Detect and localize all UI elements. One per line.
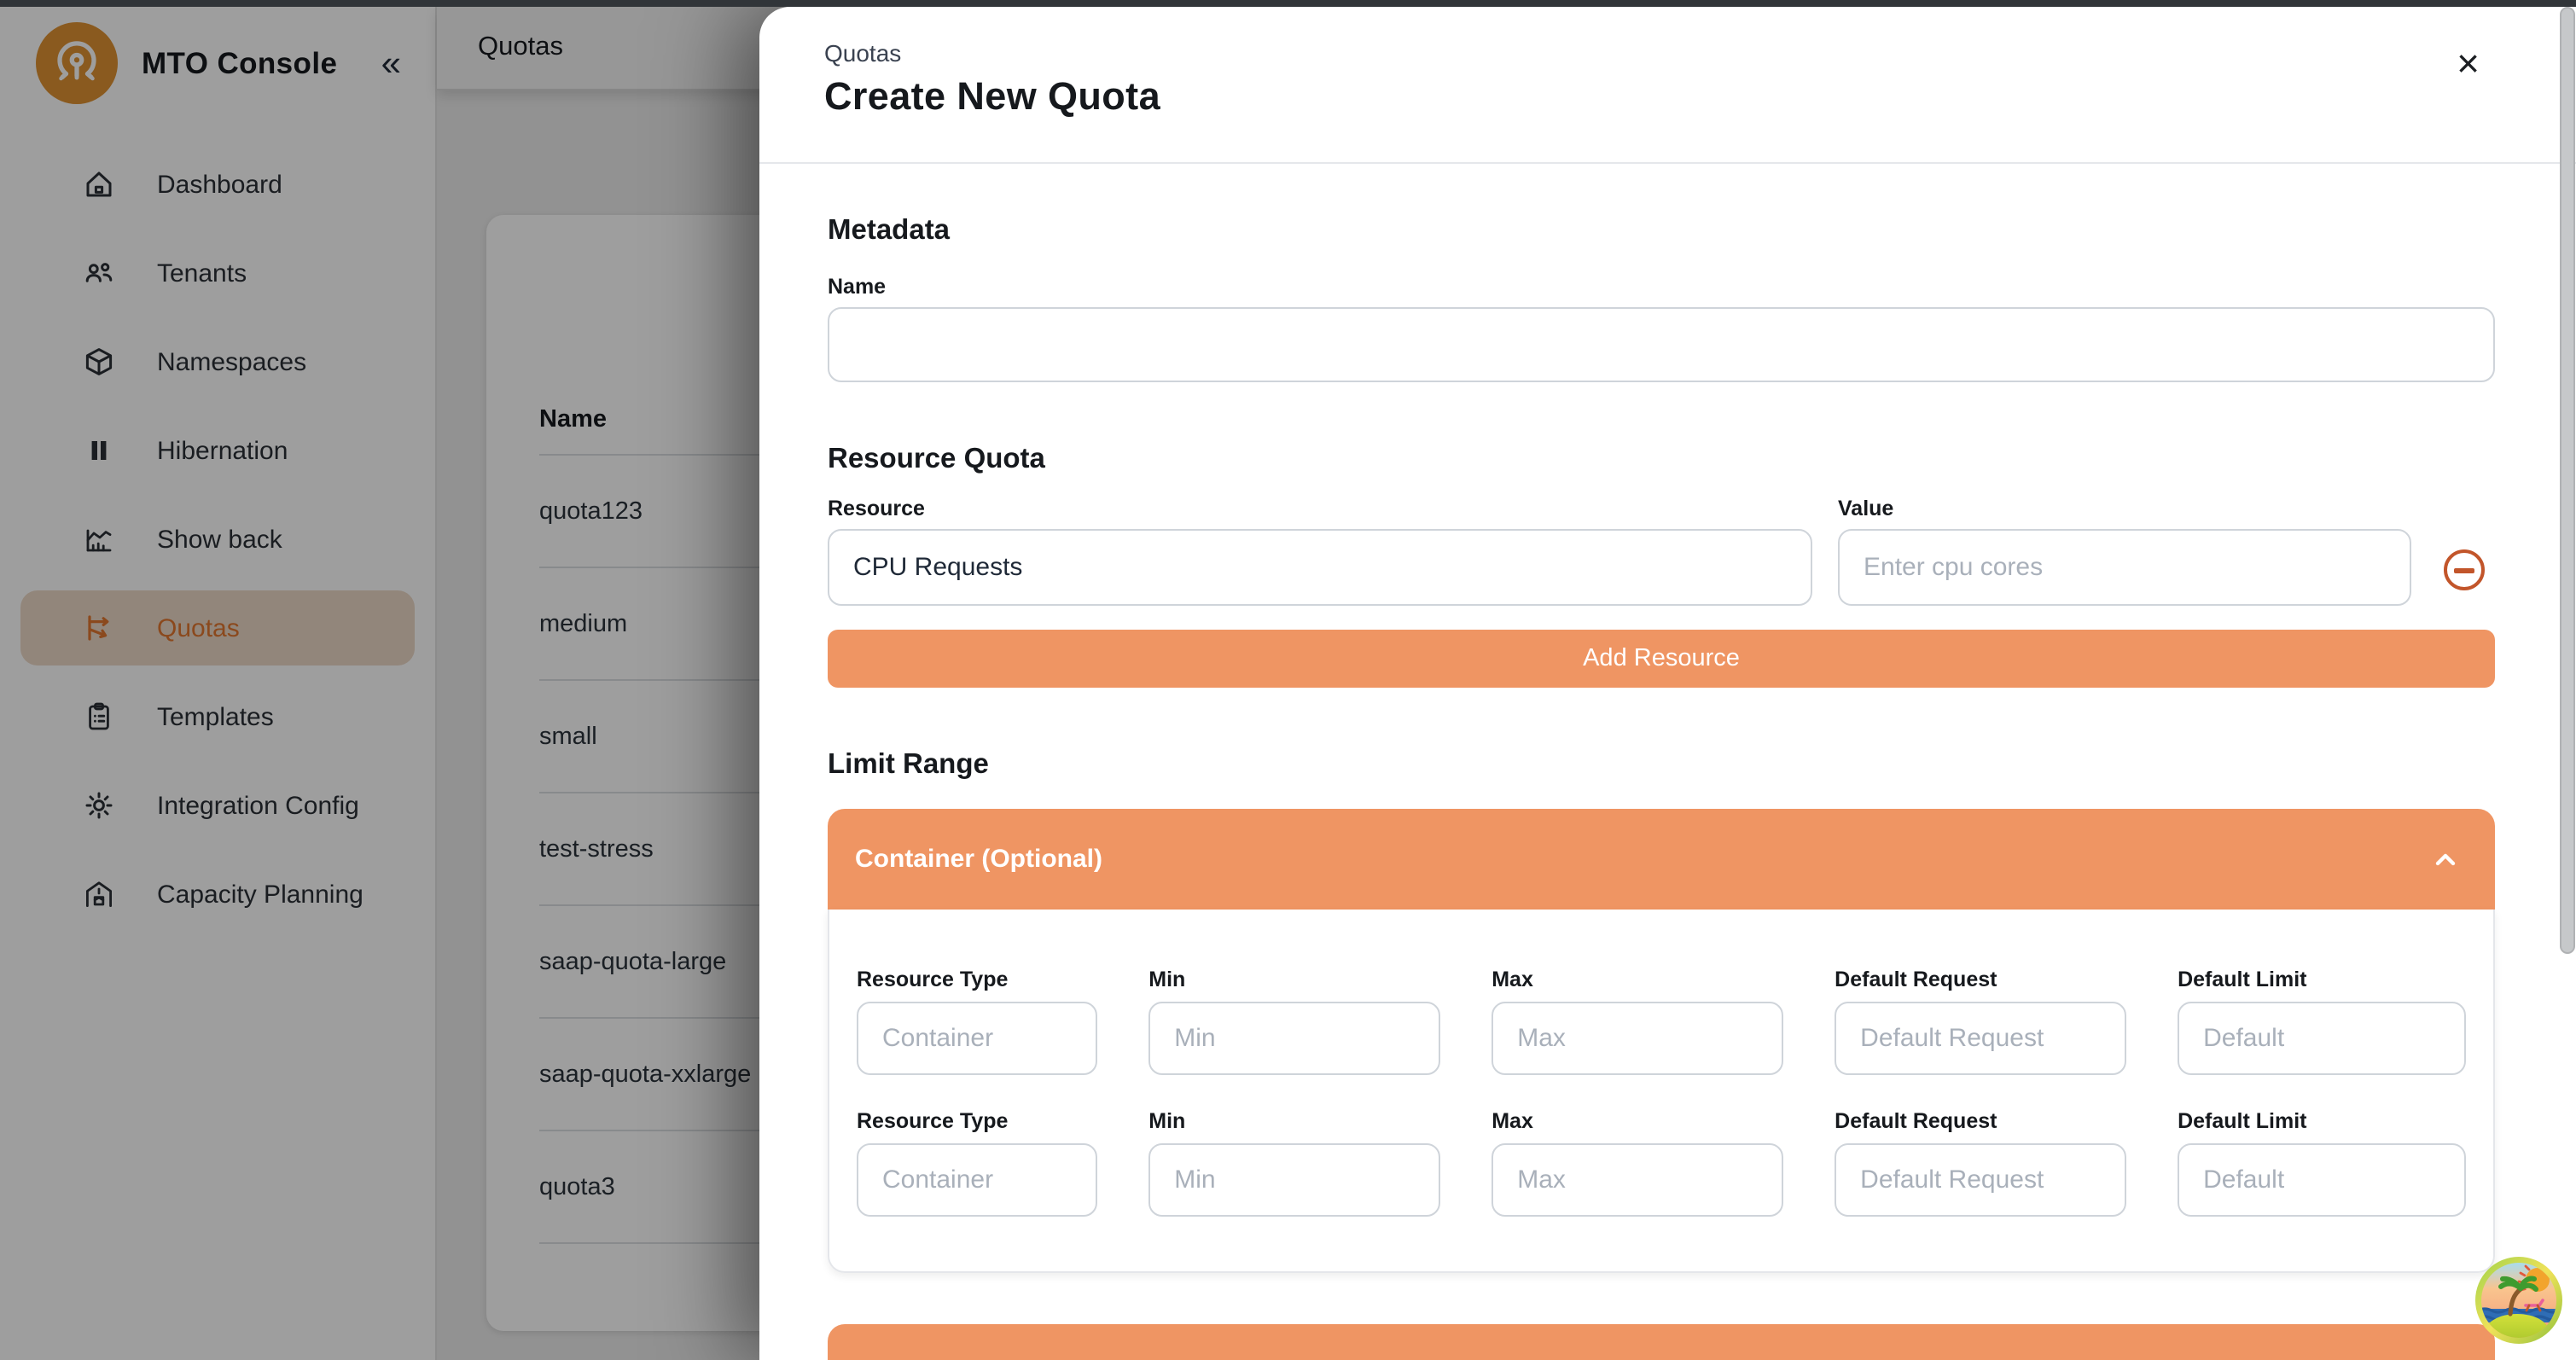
resource-select[interactable] [828,529,1812,606]
limit-range-row: Resource Type Min Max Default Reque [857,968,2466,1075]
max-label: Max [1492,968,1783,991]
min-label: Min [1148,1109,1440,1133]
default-limit-input[interactable] [2178,1143,2466,1217]
resource-type-input[interactable] [857,1002,1097,1075]
max-label: Max [1492,1109,1783,1133]
modal-title: Create New Quota [824,75,2495,119]
min-input[interactable] [1148,1143,1440,1217]
default-request-input[interactable] [1835,1002,2126,1075]
min-label: Min [1148,968,1440,991]
default-limit-label: Default Limit [2178,968,2466,991]
remove-resource-icon[interactable] [2444,549,2485,590]
default-request-label: Default Request [1835,1109,2126,1133]
close-icon[interactable]: × [2457,44,2480,84]
value-input[interactable] [1838,529,2411,606]
add-resource-button[interactable]: Add Resource [828,630,2495,688]
resource-type-label: Resource Type [857,968,1097,991]
window-top-strip [0,0,2576,7]
create-quota-modal: Quotas Create New Quota × Metadata Name … [759,7,2576,1360]
container-accordion-title: Container (Optional) [855,845,1102,874]
chevron-up-icon [2430,844,2461,875]
resource-type-input[interactable] [857,1143,1097,1217]
limit-range-heading: Limit Range [828,749,2495,782]
default-request-label: Default Request [1835,968,2126,991]
screen: MTO Console « Dashboard Tenants Names [0,0,2576,1360]
modal-body: Metadata Name Resource Quota Resource Va… [759,164,2576,1360]
container-accordion-header[interactable]: Container (Optional) [828,809,2495,910]
default-limit-label: Default Limit [2178,1109,2466,1133]
name-label: Name [828,275,2495,299]
max-input[interactable] [1492,1002,1783,1075]
max-input[interactable] [1492,1143,1783,1217]
modal-scrollbar[interactable] [2560,7,2575,954]
name-input[interactable] [828,307,2495,382]
breadcrumb: Quotas [824,39,2495,67]
default-request-input[interactable] [1835,1143,2126,1217]
default-limit-input[interactable] [2178,1002,2466,1075]
metadata-heading: Metadata [828,215,2495,247]
container-accordion-body: Resource Type Min Max Default Reque [828,910,2495,1273]
resource-type-label: Resource Type [857,1109,1097,1133]
container-accordion: Container (Optional) Resource Type Min [828,809,2495,1273]
resource-quota-row: Resource Value [828,497,2495,606]
resource-label: Resource [828,497,1812,520]
next-accordion-header[interactable] [828,1324,2495,1360]
modal-header: Quotas Create New Quota × [759,7,2576,164]
limit-range-row: Resource Type Min Max Default Reque [857,1109,2466,1217]
resource-quota-heading: Resource Quota [828,444,2495,476]
value-label: Value [1838,497,2411,520]
island-watermark-icon [2474,1256,2563,1345]
min-input[interactable] [1148,1002,1440,1075]
